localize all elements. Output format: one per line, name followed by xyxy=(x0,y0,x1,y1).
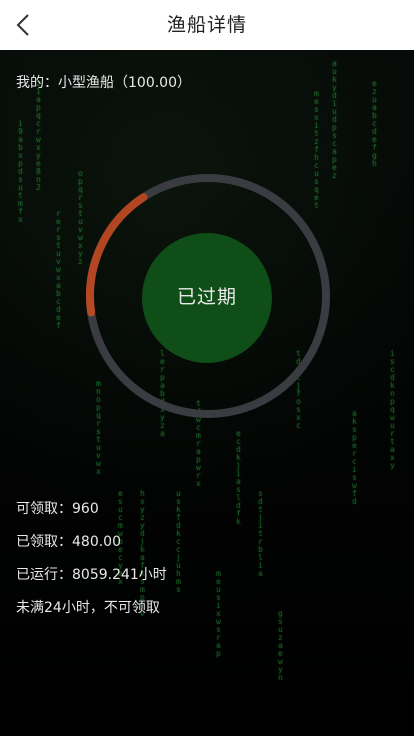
status-label: 已过期 xyxy=(176,286,237,308)
stat-runtime: 已运行：8059.241小时 xyxy=(16,567,167,583)
top-bar: 渔船详情 xyxy=(0,0,414,50)
status-gauge: 已过期 xyxy=(80,168,336,424)
stats-list: 可领取：960 已领取：480.00 已运行：8059.241小时 未满24小时… xyxy=(16,498,167,630)
status-circle: 已过期 xyxy=(142,233,272,363)
main-content: 我的：小型渔船（100.00） 已过期 可领取：960 已领取：480.00 已… xyxy=(0,50,414,736)
stat-received: 已领取：480.00 xyxy=(16,534,121,550)
stat-available: 可领取：960 xyxy=(16,501,99,517)
page-title: 渔船详情 xyxy=(166,14,247,36)
screen: 渔船详情 i 9 a b x p d s u t m f x z 1 a p q… xyxy=(0,0,414,736)
stat-notice: 未满24小时，不可领取 xyxy=(16,600,160,616)
my-boat-label: 我的：小型渔船（100.00） xyxy=(16,75,191,91)
